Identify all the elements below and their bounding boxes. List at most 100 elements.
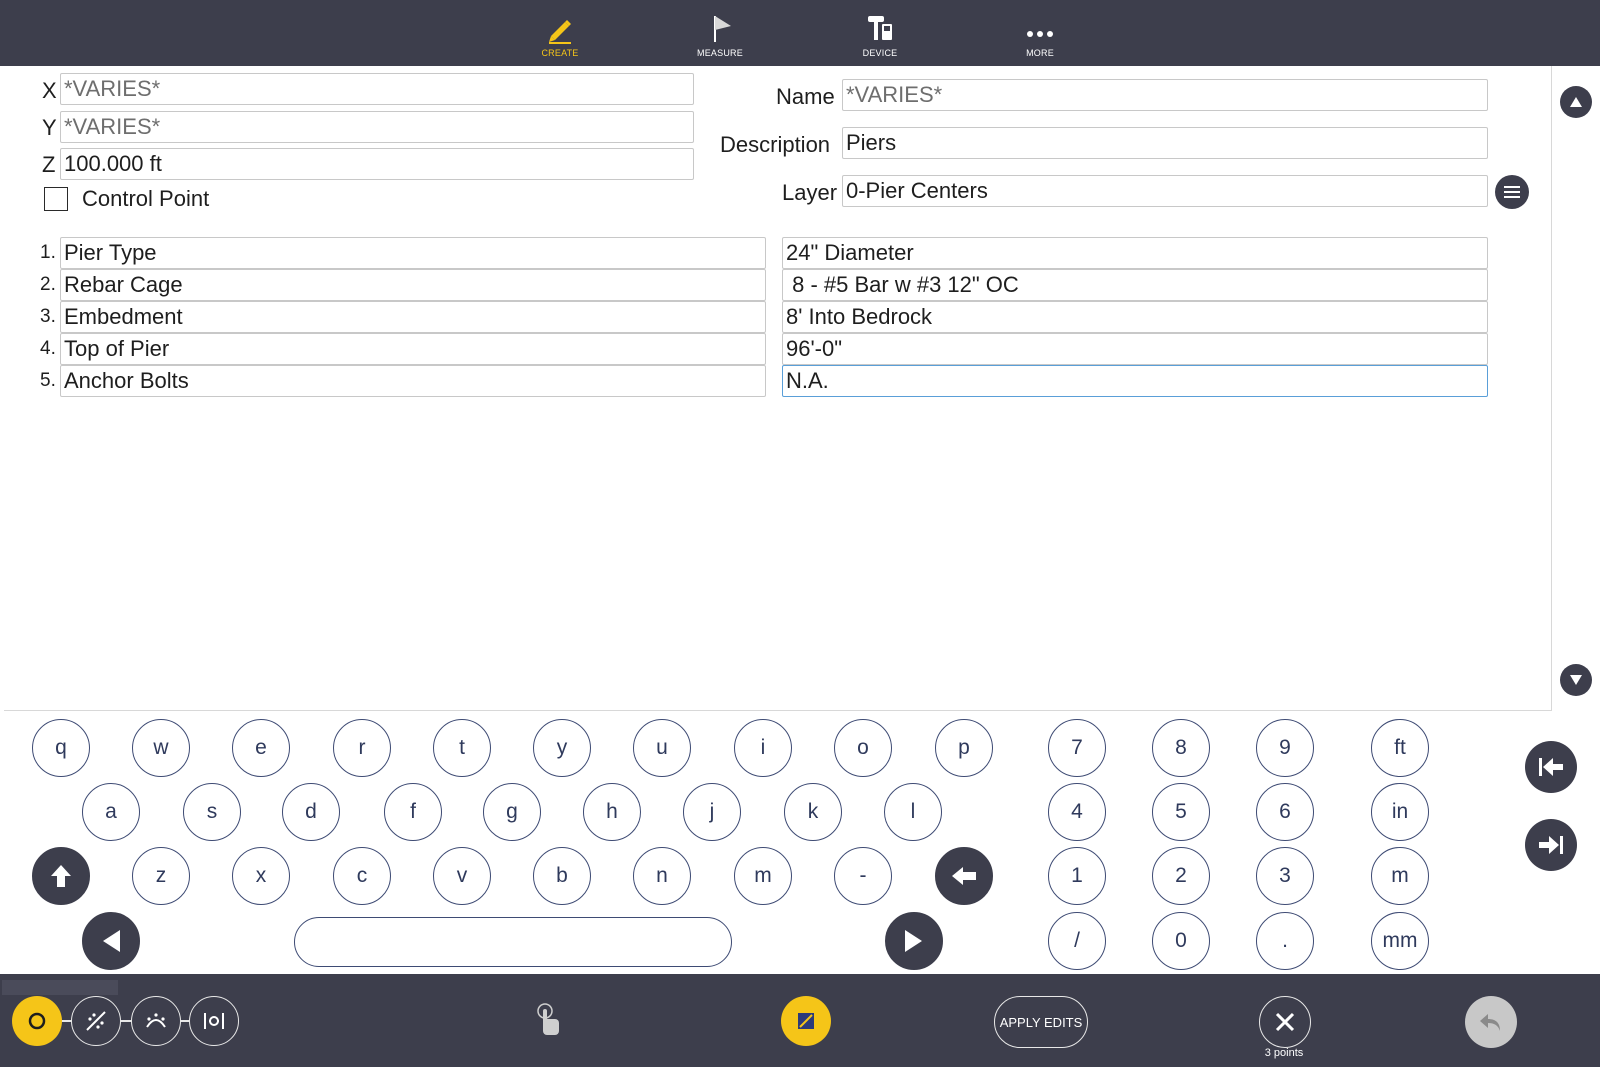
scroll-down-button[interactable]: [1560, 664, 1592, 696]
z-field[interactable]: 100.000 ft: [60, 148, 694, 180]
triangle-left-icon: [103, 930, 120, 952]
key-7[interactable]: 7: [1048, 719, 1106, 777]
key-m[interactable]: m: [734, 847, 792, 905]
touch-hand-icon: [537, 1003, 559, 1035]
key-u[interactable]: u: [633, 719, 691, 777]
attr-num: 1.: [40, 242, 56, 263]
description-field[interactable]: Piers: [842, 127, 1488, 159]
close-icon: [1275, 1012, 1295, 1032]
key-t[interactable]: t: [433, 719, 491, 777]
key-ft[interactable]: ft: [1371, 719, 1429, 777]
key-p[interactable]: p: [935, 719, 993, 777]
key-n[interactable]: n: [633, 847, 691, 905]
layer-label: Layer: [782, 180, 838, 205]
layer-field[interactable]: 0-Pier Centers: [842, 175, 1488, 207]
skip-next-icon: [1539, 836, 1563, 854]
control-point-label: Control Point: [82, 186, 210, 211]
key-5[interactable]: 5: [1152, 783, 1210, 841]
key-8[interactable]: 8: [1152, 719, 1210, 777]
attr-key-field[interactable]: Anchor Bolts: [60, 365, 766, 397]
nav-more[interactable]: MORE: [990, 10, 1090, 58]
single-point-mode-button[interactable]: [12, 996, 62, 1046]
attr-value-field[interactable]: 8 - #5 Bar w #3 12" OC: [782, 269, 1488, 301]
spacebar-key[interactable]: [294, 917, 732, 967]
line-points-mode-button[interactable]: [71, 996, 121, 1046]
y-field[interactable]: *VARIES*: [60, 111, 694, 143]
x-field[interactable]: *VARIES*: [60, 73, 694, 105]
key-d[interactable]: d: [282, 783, 340, 841]
key-o[interactable]: o: [834, 719, 892, 777]
key-h[interactable]: h: [583, 783, 641, 841]
key-in[interactable]: in: [1371, 783, 1429, 841]
key-mm[interactable]: mm: [1371, 912, 1429, 970]
apply-edits-button[interactable]: APPLY EDITS: [994, 996, 1088, 1048]
key-w[interactable]: w: [132, 719, 190, 777]
key-slash[interactable]: /: [1048, 912, 1106, 970]
attr-key-field[interactable]: Pier Type: [60, 237, 766, 269]
attr-num: 3.: [40, 306, 56, 327]
key-b[interactable]: b: [533, 847, 591, 905]
cursor-left-key[interactable]: [82, 912, 140, 970]
key-c[interactable]: c: [333, 847, 391, 905]
key-s[interactable]: s: [183, 783, 241, 841]
key-l[interactable]: l: [884, 783, 942, 841]
points-count: 3 points: [1264, 1047, 1304, 1059]
key-9[interactable]: 9: [1256, 719, 1314, 777]
key-q[interactable]: q: [32, 719, 90, 777]
key-dot[interactable]: .: [1256, 912, 1314, 970]
key-m-unit[interactable]: m: [1371, 847, 1429, 905]
cancel-button[interactable]: [1259, 996, 1311, 1048]
device-icon: [830, 10, 930, 44]
name-label: Name: [776, 84, 835, 109]
attr-num: 2.: [40, 274, 56, 295]
attr-key-field[interactable]: Embedment: [60, 301, 766, 333]
key-j[interactable]: j: [683, 783, 741, 841]
key-g[interactable]: g: [483, 783, 541, 841]
next-field-button[interactable]: [1525, 819, 1577, 871]
attr-value-field[interactable]: 24" Diameter: [782, 237, 1488, 269]
name-field[interactable]: *VARIES*: [842, 79, 1488, 111]
key-x[interactable]: x: [232, 847, 290, 905]
key-f[interactable]: f: [384, 783, 442, 841]
control-point-checkbox[interactable]: [44, 187, 68, 211]
key-dash[interactable]: -: [834, 847, 892, 905]
tap-select-button[interactable]: [524, 996, 574, 1046]
key-i[interactable]: i: [734, 719, 792, 777]
attr-value-field-focused[interactable]: N.A.: [782, 365, 1488, 397]
layer-menu-button[interactable]: [1495, 175, 1529, 209]
key-y[interactable]: y: [533, 719, 591, 777]
backspace-key[interactable]: [935, 847, 993, 905]
arc-points-icon: [146, 1013, 166, 1028]
undo-button[interactable]: [1465, 996, 1517, 1048]
scroll-up-button[interactable]: [1560, 86, 1592, 118]
key-a[interactable]: a: [82, 783, 140, 841]
pencil-icon: [510, 10, 610, 44]
arc-points-mode-button[interactable]: [131, 996, 181, 1046]
attr-value-field[interactable]: 96'-0": [782, 333, 1488, 365]
key-r[interactable]: r: [333, 719, 391, 777]
key-3[interactable]: 3: [1256, 847, 1314, 905]
key-6[interactable]: 6: [1256, 783, 1314, 841]
skip-previous-icon: [1539, 758, 1563, 776]
key-v[interactable]: v: [433, 847, 491, 905]
key-0[interactable]: 0: [1152, 912, 1210, 970]
attr-key-field[interactable]: Rebar Cage: [60, 269, 766, 301]
key-z[interactable]: z: [132, 847, 190, 905]
key-k[interactable]: k: [784, 783, 842, 841]
edit-point-button[interactable]: [781, 996, 831, 1046]
cursor-right-key[interactable]: [885, 912, 943, 970]
nav-device[interactable]: DEVICE: [830, 10, 930, 58]
attr-num: 4.: [40, 338, 56, 359]
key-4[interactable]: 4: [1048, 783, 1106, 841]
nav-create[interactable]: CREATE: [510, 10, 610, 58]
key-2[interactable]: 2: [1152, 847, 1210, 905]
shift-key[interactable]: [32, 847, 90, 905]
key-e[interactable]: e: [232, 719, 290, 777]
attr-value-field[interactable]: 8' Into Bedrock: [782, 301, 1488, 333]
key-1[interactable]: 1: [1048, 847, 1106, 905]
x-label: X: [42, 78, 57, 103]
previous-field-button[interactable]: [1525, 741, 1577, 793]
nav-measure[interactable]: MEASURE: [670, 10, 770, 58]
attr-key-field[interactable]: Top of Pier: [60, 333, 766, 365]
offset-points-mode-button[interactable]: [189, 996, 239, 1046]
